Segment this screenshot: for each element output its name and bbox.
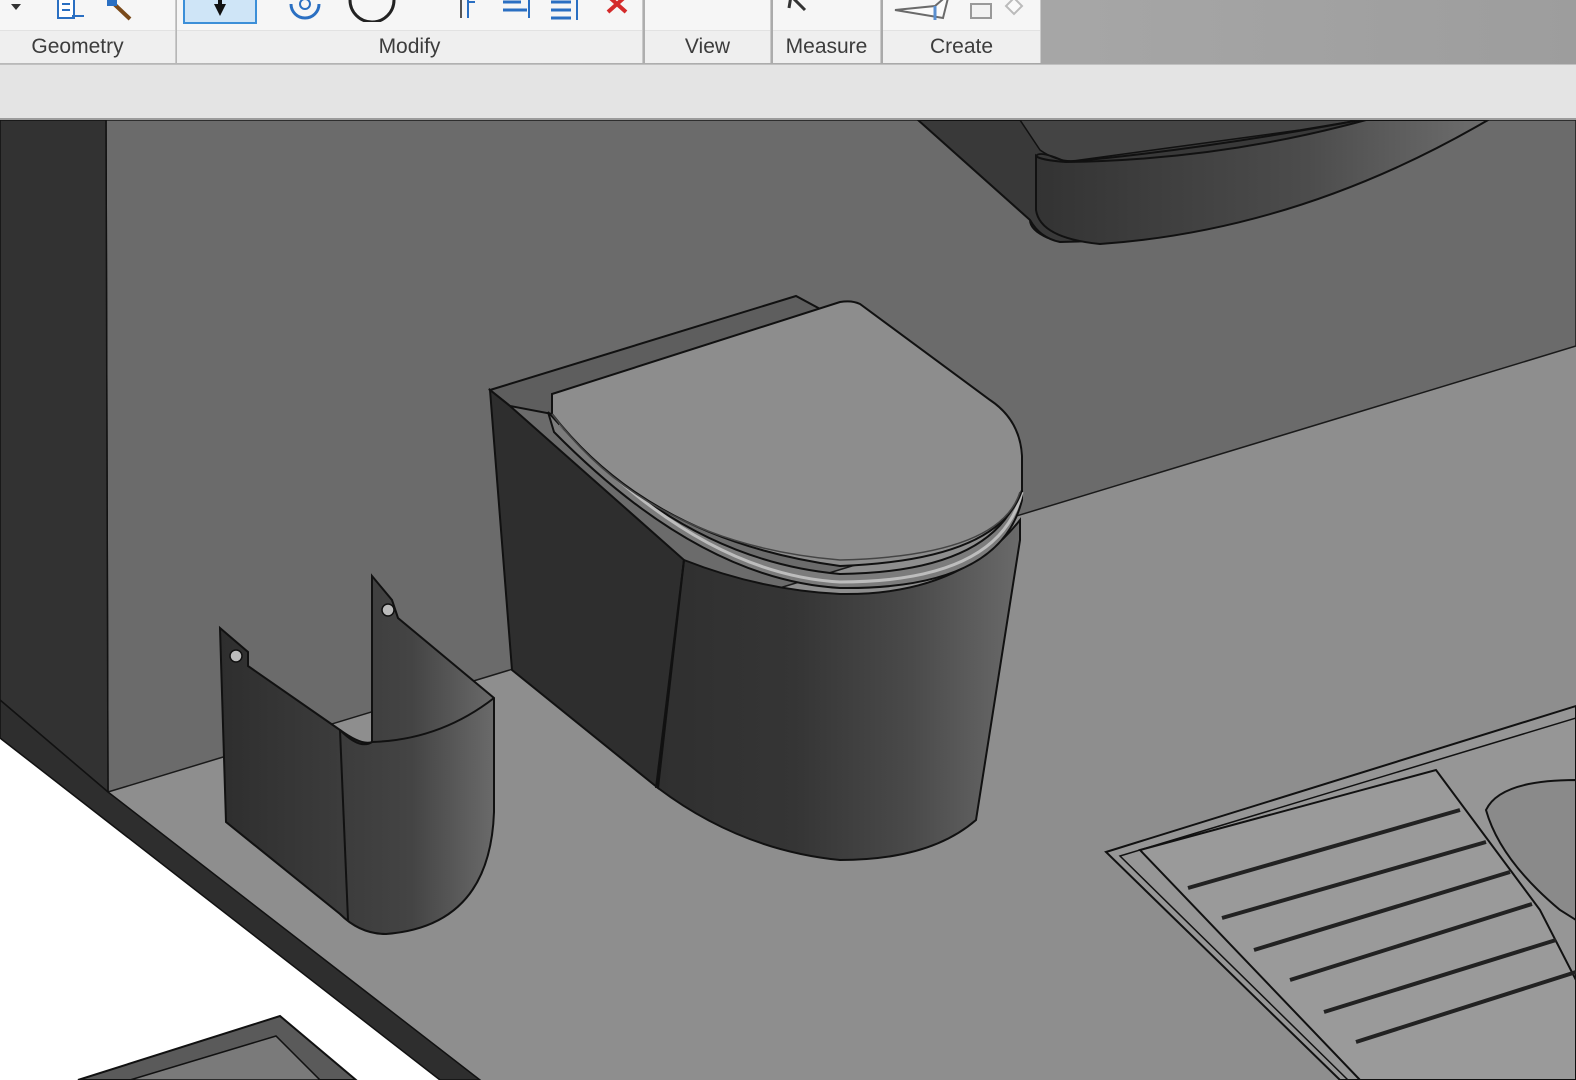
panel-title-geometry: Geometry — [0, 30, 175, 63]
3d-viewport[interactable] — [0, 120, 1576, 1080]
circle-icon[interactable] — [344, 0, 400, 22]
trim-icon[interactable] — [547, 0, 583, 22]
panel-title-modify: Modify — [177, 30, 642, 63]
panel-modify: Modify — [177, 0, 643, 63]
paint-hammer-icon[interactable] — [104, 0, 138, 22]
move-down-icon[interactable] — [183, 0, 257, 24]
panel-title-view: View — [645, 30, 770, 63]
measure-icon[interactable] — [783, 0, 813, 22]
join-geometry-icon[interactable] — [54, 0, 88, 22]
ribbon: Geometry Modify View Measure Create — [0, 0, 1576, 64]
create-component-icon[interactable] — [891, 0, 951, 22]
create-diamond-icon[interactable] — [1003, 0, 1025, 22]
panel-create: Create — [883, 0, 1041, 63]
split-icon[interactable] — [499, 0, 535, 22]
revit-application: Geometry Modify View Measure Create — [0, 0, 1576, 1080]
panel-title-create: Create — [883, 30, 1040, 63]
left-wall-column[interactable] — [0, 120, 109, 794]
align-icon[interactable] — [453, 0, 479, 22]
panel-title-measure: Measure — [773, 30, 880, 63]
panel-view: View — [645, 0, 771, 63]
create-small-icon[interactable] — [967, 0, 995, 22]
options-bar — [0, 64, 1576, 120]
dropdown-arrow-icon[interactable] — [8, 0, 24, 22]
rotate-icon[interactable] — [285, 0, 325, 22]
panel-geometry: Geometry — [0, 0, 176, 63]
delete-icon[interactable] — [603, 0, 631, 22]
panel-measure: Measure — [773, 0, 881, 63]
